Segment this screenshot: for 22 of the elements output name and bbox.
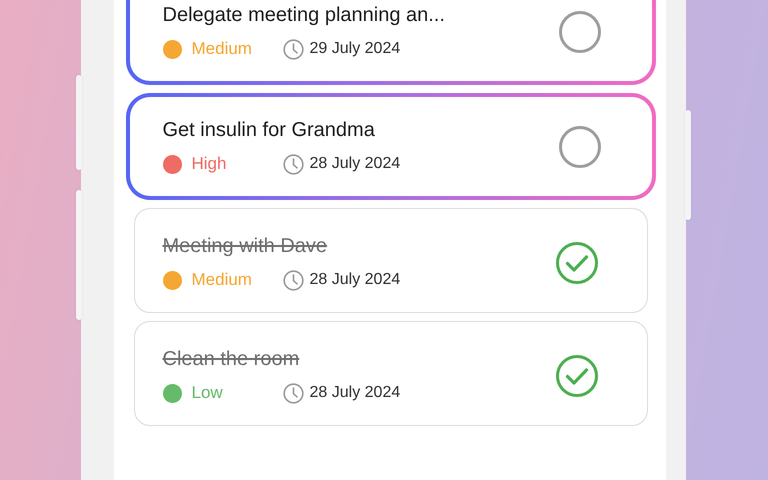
task-title: Get insulin for Grandma (162, 118, 376, 142)
empty-checkbox-circle[interactable] (558, 10, 602, 54)
due-date: 28 July 2024 (310, 384, 400, 402)
priority-label: High (192, 154, 226, 174)
task-title: Meeting with Dave (162, 234, 328, 258)
task-card[interactable]: Meeting with Dave Medium 28 July 2024 (134, 208, 648, 313)
due-date: 28 July 2024 (310, 155, 400, 173)
clock-icon (282, 154, 304, 174)
priority-label: Low (192, 383, 223, 403)
task-title: Clean the room (162, 348, 300, 370)
priority-label: Medium (192, 39, 252, 59)
clock-icon (282, 270, 304, 290)
clock-icon (282, 38, 304, 60)
due-date: 29 July 2024 (310, 40, 400, 58)
task-card[interactable]: Clean the room Low 28 July 2024 (134, 321, 648, 426)
empty-checkbox-circle[interactable] (558, 124, 602, 168)
task-title: Delegate meeting planning an... (162, 4, 445, 26)
due-date: 28 July 2024 (310, 271, 400, 289)
check-circle-icon[interactable] (554, 354, 598, 398)
priority-label: Medium (192, 270, 252, 290)
check-circle-icon[interactable] (554, 240, 598, 284)
clock-icon (282, 382, 304, 404)
